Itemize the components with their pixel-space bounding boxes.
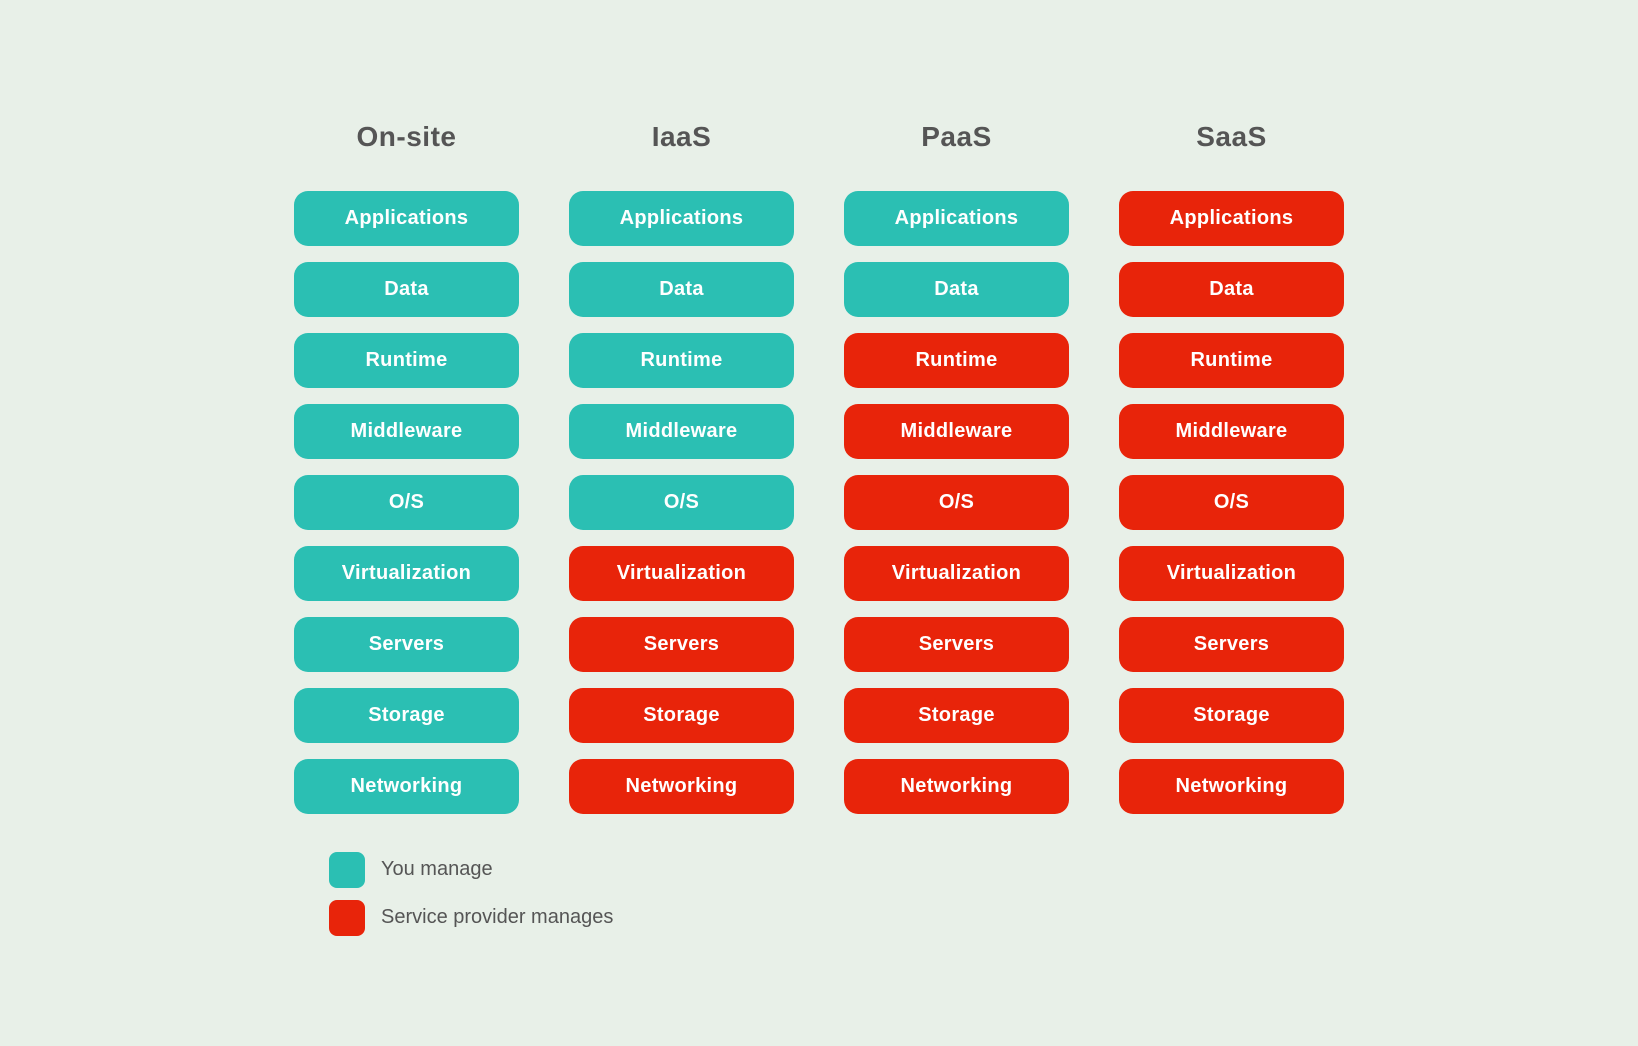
badge-networking-col3: Networking — [1119, 759, 1345, 814]
badge-applications-col3: Applications — [1119, 191, 1345, 246]
badge-virtualization-col0: Virtualization — [294, 546, 520, 601]
comparison-grid: On-siteIaaSPaaSSaaS Applications Applicati… — [269, 111, 1369, 822]
cell-row3-col1: Middleware — [544, 396, 819, 467]
cell-row3-col3: Middleware — [1094, 396, 1369, 467]
col-header-iaas: IaaS — [544, 111, 819, 183]
badge-data-col2: Data — [844, 262, 1070, 317]
badge-runtime-col1: Runtime — [569, 333, 795, 388]
badge-storage-col3: Storage — [1119, 688, 1345, 743]
cell-row1-col0: Data — [269, 254, 544, 325]
cell-row5-col3: Virtualization — [1094, 538, 1369, 609]
badge-networking-col0: Networking — [294, 759, 520, 814]
badge-virtualization-col1: Virtualization — [569, 546, 795, 601]
main-container: On-siteIaaSPaaSSaaS Applications Applicati… — [269, 111, 1369, 936]
cell-row7-col2: Storage — [819, 680, 1094, 751]
cell-row7-col0: Storage — [269, 680, 544, 751]
legend-label-teal: You manage — [381, 858, 493, 881]
legend-item-red: Service provider manages — [329, 900, 1369, 936]
badge-runtime-col2: Runtime — [844, 333, 1070, 388]
cell-row0-col0: Applications — [269, 183, 544, 254]
col-header-on-site: On-site — [269, 111, 544, 183]
badge-runtime-col3: Runtime — [1119, 333, 1345, 388]
cell-row0-col1: Applications — [544, 183, 819, 254]
cell-row5-col0: Virtualization — [269, 538, 544, 609]
badge-middleware-col2: Middleware — [844, 404, 1070, 459]
badge-middleware-col0: Middleware — [294, 404, 520, 459]
badge-middleware-col3: Middleware — [1119, 404, 1345, 459]
cell-row2-col2: Runtime — [819, 325, 1094, 396]
badge-data-col0: Data — [294, 262, 520, 317]
cell-row6-col3: Servers — [1094, 609, 1369, 680]
cell-row4-col1: O/S — [544, 467, 819, 538]
cell-row8-col1: Networking — [544, 751, 819, 822]
cell-row5-col1: Virtualization — [544, 538, 819, 609]
cell-row6-col2: Servers — [819, 609, 1094, 680]
cell-row0-col3: Applications — [1094, 183, 1369, 254]
badge-o-s-col3: O/S — [1119, 475, 1345, 530]
cell-row8-col3: Networking — [1094, 751, 1369, 822]
badge-storage-col2: Storage — [844, 688, 1070, 743]
badge-storage-col1: Storage — [569, 688, 795, 743]
cell-row4-col0: O/S — [269, 467, 544, 538]
cell-row6-col0: Servers — [269, 609, 544, 680]
cell-row4-col3: O/S — [1094, 467, 1369, 538]
cell-row2-col0: Runtime — [269, 325, 544, 396]
legend: You manage Service provider manages — [329, 852, 1369, 936]
badge-data-col3: Data — [1119, 262, 1345, 317]
badge-servers-col0: Servers — [294, 617, 520, 672]
cell-row3-col0: Middleware — [269, 396, 544, 467]
legend-dot-teal — [329, 852, 365, 888]
cell-row0-col2: Applications — [819, 183, 1094, 254]
badge-o-s-col0: O/S — [294, 475, 520, 530]
cell-row7-col1: Storage — [544, 680, 819, 751]
cell-row2-col1: Runtime — [544, 325, 819, 396]
cell-row8-col2: Networking — [819, 751, 1094, 822]
badge-storage-col0: Storage — [294, 688, 520, 743]
col-header-paas: PaaS — [819, 111, 1094, 183]
cell-row1-col1: Data — [544, 254, 819, 325]
badge-o-s-col2: O/S — [844, 475, 1070, 530]
badge-servers-col3: Servers — [1119, 617, 1345, 672]
badge-servers-col1: Servers — [569, 617, 795, 672]
cell-row7-col3: Storage — [1094, 680, 1369, 751]
cell-row2-col3: Runtime — [1094, 325, 1369, 396]
legend-item-teal: You manage — [329, 852, 1369, 888]
badge-applications-col1: Applications — [569, 191, 795, 246]
badge-virtualization-col3: Virtualization — [1119, 546, 1345, 601]
cell-row1-col3: Data — [1094, 254, 1369, 325]
badge-networking-col1: Networking — [569, 759, 795, 814]
badge-applications-col0: Applications — [294, 191, 520, 246]
badge-middleware-col1: Middleware — [569, 404, 795, 459]
cell-row6-col1: Servers — [544, 609, 819, 680]
legend-label-red: Service provider manages — [381, 906, 613, 929]
badge-servers-col2: Servers — [844, 617, 1070, 672]
legend-dot-red — [329, 900, 365, 936]
col-header-saas: SaaS — [1094, 111, 1369, 183]
badge-applications-col2: Applications — [844, 191, 1070, 246]
badge-data-col1: Data — [569, 262, 795, 317]
badge-o-s-col1: O/S — [569, 475, 795, 530]
badge-networking-col2: Networking — [844, 759, 1070, 814]
cell-row1-col2: Data — [819, 254, 1094, 325]
cell-row4-col2: O/S — [819, 467, 1094, 538]
cell-row8-col0: Networking — [269, 751, 544, 822]
cell-row5-col2: Virtualization — [819, 538, 1094, 609]
badge-runtime-col0: Runtime — [294, 333, 520, 388]
badge-virtualization-col2: Virtualization — [844, 546, 1070, 601]
cell-row3-col2: Middleware — [819, 396, 1094, 467]
